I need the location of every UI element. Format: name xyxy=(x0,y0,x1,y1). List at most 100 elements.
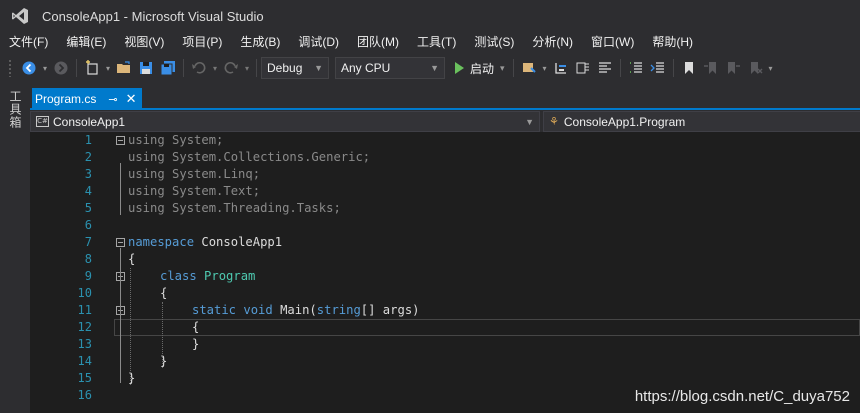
outline-guide xyxy=(162,302,163,368)
code-line: using System.Threading.Tasks; xyxy=(128,200,341,217)
bookmark-icon[interactable] xyxy=(678,57,700,79)
toolbar-separator xyxy=(76,59,77,77)
toolbar-grip[interactable] xyxy=(8,59,12,77)
toolbar-separator xyxy=(619,59,621,77)
browse-icon[interactable] xyxy=(518,57,540,79)
standard-toolbar: ▾ ▾ ▾ ▾ Debug ▼ Any CPU ▼ 启动 ▾ ▾ ▾ xyxy=(0,54,860,82)
menu-bar: 文件(F) 编辑(E) 视图(V) 项目(P) 生成(B) 调试(D) 团队(M… xyxy=(0,32,860,52)
code-token: class xyxy=(160,269,197,283)
code-token: static xyxy=(192,303,237,317)
code-token: string xyxy=(316,303,361,317)
menu-window[interactable]: 窗口(W) xyxy=(582,32,643,52)
type-name: ConsoleApp1.Program xyxy=(563,114,686,129)
step-into-icon[interactable] xyxy=(550,57,572,79)
toolbox-tab[interactable]: 工具箱 xyxy=(8,90,24,129)
find-in-files-icon[interactable] xyxy=(572,57,594,79)
menu-team[interactable]: 团队(M) xyxy=(348,32,408,52)
navigate-forward-icon[interactable] xyxy=(50,57,72,79)
chevron-down-icon[interactable]: ▾ xyxy=(103,57,113,79)
uncomment-lines-icon[interactable] xyxy=(647,57,669,79)
code-editor[interactable]: 1 2 3 4 5 6 7 8 9 10 11 12 13 14 15 16 using System; usi… xyxy=(30,132,860,413)
chevron-down-icon[interactable]: ▾ xyxy=(540,57,550,79)
toolbar-separator xyxy=(183,59,184,77)
save-all-icon[interactable] xyxy=(157,57,179,79)
code-area[interactable]: using System; using System.Collections.Ge… xyxy=(114,132,854,413)
line-number: 11 xyxy=(77,303,92,317)
code-token: System.Threading.Tasks; xyxy=(164,201,341,215)
toolbox-side-strip: 工具箱 xyxy=(0,84,30,413)
line-number: 2 xyxy=(84,150,92,164)
toolbar-separator xyxy=(512,59,514,77)
code-token: System; xyxy=(164,133,224,147)
menu-view[interactable]: 视图(V) xyxy=(115,32,173,52)
chevron-down-icon[interactable]: ▾ xyxy=(40,57,50,79)
start-label: 启动 xyxy=(470,61,495,76)
menu-help[interactable]: 帮助(H) xyxy=(643,32,702,52)
comment-lines-icon[interactable] xyxy=(625,57,647,79)
open-file-icon[interactable] xyxy=(113,57,135,79)
collapse-icon[interactable] xyxy=(116,238,125,247)
code-line: using System; xyxy=(128,132,223,149)
navigation-bar: C# ConsoleApp1 ▼ ⚘ ConsoleApp1.Program xyxy=(30,111,860,132)
line-number: 13 xyxy=(77,337,92,351)
line-number: 12 xyxy=(77,320,92,334)
format-document-icon[interactable] xyxy=(594,57,616,79)
menu-file[interactable]: 文件(F) xyxy=(0,32,57,52)
document-tab-strip: Program.cs ⊸ ✕ xyxy=(30,88,860,110)
visual-studio-logo-icon[interactable] xyxy=(0,0,40,32)
chevron-down-icon[interactable]: ▾ xyxy=(500,63,505,74)
line-number-gutter: 1 2 3 4 5 6 7 8 9 10 11 12 13 14 15 16 xyxy=(30,132,92,413)
code-line: namespace ConsoleApp1 xyxy=(128,234,282,251)
menu-analyze[interactable]: 分析(N) xyxy=(523,32,582,52)
tab-program-cs[interactable]: Program.cs ⊸ ✕ xyxy=(32,88,143,110)
code-token: using xyxy=(128,184,165,198)
code-token: System.Linq; xyxy=(164,167,261,181)
pin-icon[interactable]: ⊸ xyxy=(108,93,117,106)
line-number: 5 xyxy=(84,201,92,215)
code-token: { xyxy=(160,286,168,300)
redo-icon[interactable] xyxy=(220,57,242,79)
clear-bookmarks-icon[interactable] xyxy=(744,57,766,79)
next-bookmark-icon[interactable] xyxy=(722,57,744,79)
collapse-icon[interactable] xyxy=(116,136,125,145)
menu-edit[interactable]: 编辑(E) xyxy=(57,32,115,52)
toolbar-separator xyxy=(256,59,257,77)
chevron-down-icon[interactable]: ▾ xyxy=(242,57,252,79)
solution-configuration-value: Debug xyxy=(267,61,303,75)
outline-guide xyxy=(120,316,121,349)
title-bar: ConsoleApp1 - Microsoft Visual Studio xyxy=(0,0,860,32)
solution-configuration-select[interactable]: Debug ▼ xyxy=(261,57,329,79)
code-token: using xyxy=(128,150,165,164)
chevron-down-icon: ▼ xyxy=(430,63,439,73)
type-dropdown[interactable]: ⚘ ConsoleApp1.Program xyxy=(543,111,860,132)
class-icon: ⚘ xyxy=(549,116,559,128)
line-number: 1 xyxy=(84,133,92,147)
menu-build[interactable]: 生成(B) xyxy=(231,32,289,52)
menu-debug[interactable]: 调试(D) xyxy=(289,32,348,52)
project-name: ConsoleApp1 xyxy=(53,114,126,129)
toolbar-options-icon[interactable]: ▾ xyxy=(766,57,776,79)
chevron-down-icon[interactable]: ▾ xyxy=(210,57,220,79)
new-project-icon[interactable] xyxy=(81,57,103,79)
toolbar-separator xyxy=(672,59,674,77)
line-number: 6 xyxy=(84,218,92,232)
menu-project[interactable]: 项目(P) xyxy=(173,32,231,52)
code-token: void xyxy=(243,303,273,317)
code-token: Main( xyxy=(272,303,317,317)
line-number: 3 xyxy=(84,167,92,181)
menu-test[interactable]: 测试(S) xyxy=(465,32,523,52)
menu-tools[interactable]: 工具(T) xyxy=(408,32,465,52)
code-line: class Program xyxy=(160,268,255,285)
close-icon[interactable]: ✕ xyxy=(126,91,137,107)
code-token: [] args) xyxy=(360,303,420,317)
code-token: System.Collections.Generic; xyxy=(164,150,371,164)
undo-icon[interactable] xyxy=(188,57,210,79)
start-debugging-button[interactable]: 启动 ▾ xyxy=(451,57,509,79)
navigate-back-icon[interactable] xyxy=(18,57,40,79)
previous-bookmark-icon[interactable] xyxy=(700,57,722,79)
chevron-down-icon: ▼ xyxy=(314,63,323,73)
save-icon[interactable] xyxy=(135,57,157,79)
solution-platform-select[interactable]: Any CPU ▼ xyxy=(335,57,445,79)
code-token: ConsoleApp1 xyxy=(194,235,283,249)
project-dropdown[interactable]: C# ConsoleApp1 ▼ xyxy=(30,111,540,132)
